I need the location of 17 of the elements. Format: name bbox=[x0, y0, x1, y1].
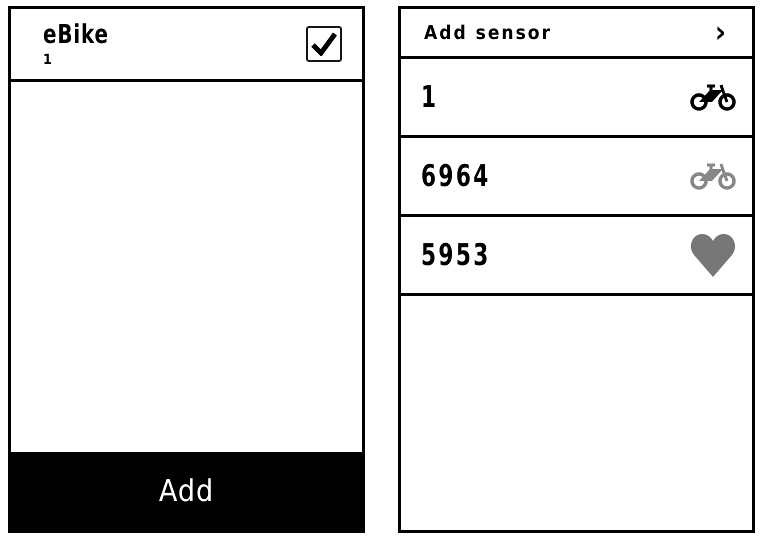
sensor-row[interactable]: 6964 bbox=[401, 138, 752, 217]
sensor-name: 1 bbox=[421, 80, 438, 114]
add-sensor-label: Add sensor bbox=[424, 22, 552, 44]
checkbox[interactable] bbox=[306, 26, 342, 62]
chevron-icon: › bbox=[714, 18, 726, 48]
sensor-name: 6964 bbox=[421, 158, 491, 194]
sensor-row[interactable]: 1 bbox=[401, 59, 752, 138]
bicycle-icon bbox=[690, 162, 736, 190]
heart-icon bbox=[690, 232, 736, 278]
bike-subtitle: 1 bbox=[43, 52, 53, 68]
sensor-name: 5953 bbox=[421, 238, 491, 272]
check-icon bbox=[311, 32, 337, 56]
bike-title: eBike bbox=[43, 20, 109, 50]
bicycle-icon bbox=[690, 83, 736, 111]
add-button[interactable]: Add bbox=[11, 452, 362, 530]
sensor-row[interactable]: 5953 bbox=[401, 217, 752, 296]
add-sensor-row[interactable]: Add sensor › bbox=[401, 9, 752, 59]
